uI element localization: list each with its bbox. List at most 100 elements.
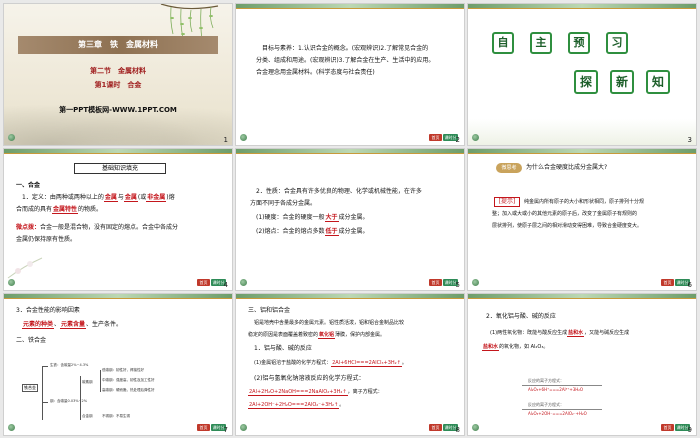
slide-9[interactable]: 2．氧化铝与酸、碱的反应 (1)两性氧化物：既能与酸反应生成盐和水，又能与碱反应… xyxy=(467,293,697,436)
slide-number: 2 xyxy=(455,136,460,144)
floral-decoration xyxy=(468,119,696,145)
answer-blank: 元素的种类 xyxy=(22,321,55,329)
top-bar-line xyxy=(4,298,232,299)
slide-corner-icon xyxy=(472,424,479,431)
diagram-node: 钢：含碳量0.03%~2% xyxy=(50,399,88,403)
diagram-node: 高碳钢：硬而脆，热处理后弹性好 xyxy=(102,388,155,392)
tip-line-1: 微点拨：合金一般是混合物，没有固定的熔点。合金中各成分 xyxy=(16,224,179,231)
home-button[interactable]: 首页 xyxy=(197,279,210,286)
heading: 1．铝与酸、碱的反应 xyxy=(254,345,312,352)
top-bar-line xyxy=(236,153,464,154)
question-text: 为什么合金硬度比成分金属大? xyxy=(526,164,608,171)
top-bar-line xyxy=(236,8,464,9)
diagram-root: 铁合金 xyxy=(22,384,38,392)
title-tile: 知 xyxy=(646,70,670,94)
heading: 三、铝和铝合金 xyxy=(248,307,291,314)
diagram-node: 碳素钢 xyxy=(82,380,93,384)
slide-corner-icon xyxy=(8,279,15,286)
top-bar-line xyxy=(4,153,232,154)
chapter-title: 第三章 铁 金属材料 xyxy=(18,36,218,54)
slide-corner-icon xyxy=(240,279,247,286)
equation: 2Al+2OH⁻+2H₂O===2AlO₂⁻+3H₂↑ xyxy=(248,402,340,409)
diagram-node: 中碳钢：强度高，韧性及加工性好 xyxy=(102,378,155,382)
slide-number: 1 xyxy=(223,136,228,144)
text-line: 盐和水的氧化物，如 Al₂O₃。 xyxy=(482,344,549,351)
hardness-line: (1)硬度：合金的硬度一般大于成分金属。 xyxy=(256,214,369,222)
reaction-line: (2)铝与氢氧化钠溶液反应的化学方程式： xyxy=(254,375,365,382)
slide-number: 7 xyxy=(223,426,228,434)
equation: 2Al+6HCl===2AlCl₃+3H₂↑ xyxy=(331,360,402,367)
slide-number: 9 xyxy=(687,426,692,434)
heading: 2．氧化铝与酸、碱的反应 xyxy=(486,313,556,320)
factors-line: 元素的种类、元素含量、生产条件。 xyxy=(22,321,123,329)
slide-4[interactable]: 基础知识填充 一、合金 1．定义：由两种或两种以上的金属与金属(或非金属)熔 合… xyxy=(3,148,233,291)
home-button[interactable]: 首页 xyxy=(429,134,442,141)
answer-blank: 金属 xyxy=(103,194,118,202)
text-line: (1)两性氧化物：既能与酸反应生成盐和水，又能与碱反应生成 xyxy=(490,330,630,337)
think-tag: 微思考 xyxy=(496,163,522,173)
heading: 一、合金 xyxy=(16,182,41,189)
slide-6[interactable]: 微思考 为什么合金硬度比成分金属大? [提示] 纯金属内所有原子的大小和形状相同… xyxy=(467,148,697,291)
answer-blank: 非金属 xyxy=(146,194,167,202)
text-line: 稳定的原因是表面覆盖着致密的氧化铝薄膜，保护内部金属。 xyxy=(248,332,386,339)
top-bar-line xyxy=(468,8,696,9)
objective-line-1: 目标与素养：1.认识合金的概念。(宏观辨识)2.了解常见合金的 xyxy=(262,45,429,52)
property-line-1: 2．性质：合金具有许多优良的物理、化学或机械性能，在许多 xyxy=(256,188,422,195)
tip-line-2: 金属仍保持原有性质。 xyxy=(16,236,77,243)
reaction-line: 2Al+2OH⁻+2H₂O===2AlO₂⁻+3H₂↑。 xyxy=(248,402,345,409)
slide-5[interactable]: 2．性质：合金具有许多优良的物理、化学或机械性能，在许多 方面不同于各成分金属。… xyxy=(235,148,465,291)
home-button[interactable]: 首页 xyxy=(429,279,442,286)
definition-line-1: 1．定义：由两种或两种以上的金属与金属(或非金属)熔 xyxy=(22,194,175,202)
iron-alloy-diagram: 铁合金 生铁：含碳量2%~4.3% 钢：含碳量0.03%~2% 碳素钢 合金钢 … xyxy=(22,362,192,426)
hint-tag: [提示] xyxy=(494,197,520,207)
answer-blank: 元素含量 xyxy=(60,321,87,329)
site-watermark: 第一PPT模板网-WWW.1PPT.COM xyxy=(59,106,177,114)
answer-blank: 金属特性 xyxy=(52,206,79,214)
answer-blank: 氧化铝 xyxy=(318,332,336,339)
diagram-text: Al₂O₃+2OH⁻===2AlO₂⁻+H₂O xyxy=(528,411,587,416)
section-title: 第二节 金属材料 xyxy=(90,67,146,75)
text-line: 铝是地壳中含量最多的金属元素。铝性质活泼，铝和铝合金制品比较 xyxy=(254,320,405,326)
slide-7[interactable]: 3．合金性能的影响因素 元素的种类、元素含量、生产条件。 二、铁合金 铁合金 生… xyxy=(3,293,233,436)
title-tile: 自 xyxy=(492,32,514,54)
definition-line-2: 合而成的具有金属特性的物质。 xyxy=(16,206,103,214)
answer-blank: 盐和水 xyxy=(567,330,585,337)
reaction-line: (1)金属铝溶于盐酸的化学方程式：2Al+6HCl===2AlCl₃+3H₂↑。 xyxy=(254,360,407,367)
diagram-node: 生铁：含碳量2%~4.3% xyxy=(50,363,89,367)
diagram-node: 低碳钢：韧性好，焊接性好 xyxy=(102,368,144,372)
title-tile: 新 xyxy=(610,70,634,94)
lesson-title: 第1课时 合金 xyxy=(94,81,142,89)
slide-3[interactable]: 自 主 预 习 探 新 知 3 xyxy=(467,3,697,146)
section-tag: 基础知识填充 xyxy=(74,163,166,174)
heading: 二、铁合金 xyxy=(16,337,47,344)
answer-blank: 金属 xyxy=(123,194,138,202)
title-tile: 主 xyxy=(530,32,552,54)
slide-number: 3 xyxy=(687,136,692,144)
home-button[interactable]: 首页 xyxy=(661,424,674,431)
slide-number: 8 xyxy=(455,426,460,434)
slide-corner-icon xyxy=(8,424,15,431)
slide-number: 5 xyxy=(455,281,460,289)
slide-number: 6 xyxy=(687,281,692,289)
title-tile: 探 xyxy=(574,70,598,94)
answer-line-3: 层状排列，使原子层之间的相对滑动变得困难，导致合金硬度变大。 xyxy=(492,223,643,229)
slide-8[interactable]: 三、铝和铝合金 铝是地壳中含量最多的金属元素。铝性质活泼，铝和铝合金制品比较 稳… xyxy=(235,293,465,436)
title-tile: 习 xyxy=(606,32,628,54)
slide-1[interactable]: 第三章 铁 金属材料 第二节 金属材料 第1课时 合金 第一PPT模板网-WWW… xyxy=(3,3,233,146)
slide-2[interactable]: 目标与素养：1.认识合金的概念。(宏观辨识)2.了解常见合金的 分类、组成和用途… xyxy=(235,3,465,146)
slide-corner-icon xyxy=(8,134,15,141)
slide-corner-icon xyxy=(240,134,247,141)
top-bar-line xyxy=(468,298,696,299)
diagram-node: 不锈钢：不易生锈 xyxy=(102,414,130,418)
diagram-text: 反应的离子方程式： xyxy=(528,378,564,383)
home-button[interactable]: 首页 xyxy=(429,424,442,431)
heading: 3．合金性能的影响因素 xyxy=(16,307,80,314)
home-button[interactable]: 首页 xyxy=(661,279,674,286)
diagram-text: Al₂O₃+6H⁺===2Al³⁺+3H₂O xyxy=(528,387,584,392)
diagram-node: 合金钢 xyxy=(82,414,93,418)
top-bar-line xyxy=(236,298,464,299)
title-tile: 预 xyxy=(568,32,590,54)
slide-corner-icon xyxy=(240,424,247,431)
home-button[interactable]: 首页 xyxy=(197,424,210,431)
slide-number: 4 xyxy=(223,281,228,289)
